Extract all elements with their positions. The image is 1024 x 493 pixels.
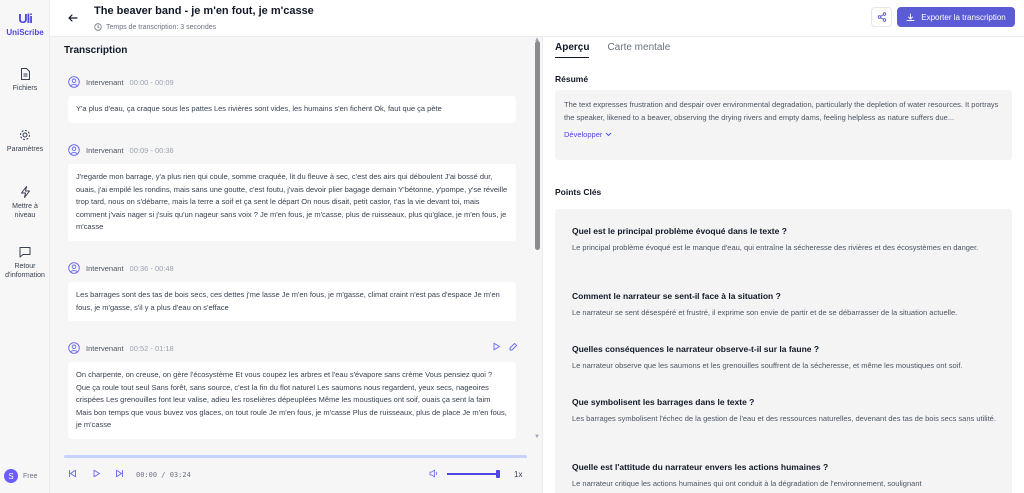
segment-time[interactable]: 00:09 - 00:36 — [130, 146, 174, 155]
key-point-answer: Le principal problème évoqué est le manq… — [572, 243, 979, 252]
volume-icon[interactable] — [429, 469, 439, 478]
user-icon — [68, 144, 80, 156]
transcript-segment[interactable]: Intervenant 00:52 - 01:18 On charpente, … — [68, 341, 518, 439]
key-points-heading: Points Clés — [555, 187, 602, 197]
play-icon[interactable] — [92, 469, 101, 478]
segment-time[interactable]: 00:00 - 00:09 — [130, 78, 174, 87]
overview-panel: Aperçu Carte mentale Résumé The text exp… — [542, 37, 1024, 493]
summary-card: The text expresses frustration and despa… — [555, 90, 1012, 160]
key-point: Quelles conséquences le narrateur observ… — [572, 344, 998, 373]
audio-player: 00:00 / 03:24 1x — [50, 452, 542, 493]
transcript-segment[interactable]: Intervenant 00:09 - 00:36 J'regarde mon … — [68, 143, 516, 241]
edit-icon[interactable] — [509, 342, 518, 351]
speaker-name: Intervenant — [86, 263, 124, 273]
skip-back-icon[interactable] — [68, 469, 77, 478]
key-point-answer: Le narrateur observe que les saumons et … — [572, 361, 963, 370]
export-transcription-button[interactable]: Exporter la transcription — [897, 7, 1015, 27]
logo-mark: Uli — [18, 11, 33, 26]
segment-time[interactable]: 00:52 - 01:18 — [130, 344, 174, 353]
speaker-name: Intervenant — [86, 145, 124, 155]
segment-time[interactable]: 00:36 - 00:48 — [130, 264, 174, 273]
scroll-down-arrow[interactable]: ▼ — [534, 434, 540, 440]
expand-label: Développer — [564, 130, 603, 139]
segment-text[interactable]: On charpente, on creuse, on gère l'écosy… — [68, 362, 516, 439]
key-point-answer: Les barrages symbolisent l'échec de la g… — [572, 414, 996, 423]
expand-button[interactable]: Développer — [564, 130, 612, 139]
playback-progress-bar[interactable] — [64, 455, 527, 458]
key-point-question: Quelle est l'attitude du narrateur enver… — [572, 462, 829, 472]
logo-text: UniScribe — [6, 28, 44, 37]
arrow-left-icon — [68, 14, 78, 22]
volume-slider-handle[interactable] — [496, 470, 500, 478]
user-menu[interactable]: S Free — [4, 469, 37, 483]
key-point-answer: Le narrateur se sent désespéré et frustr… — [572, 308, 958, 317]
avatar: S — [4, 469, 18, 483]
clock-icon — [94, 23, 102, 31]
chevron-down-icon — [606, 132, 612, 137]
back-button[interactable] — [66, 11, 80, 25]
sidebar-item-label: Paramètres — [6, 146, 44, 153]
user-icon — [68, 76, 80, 88]
download-icon — [906, 13, 915, 21]
sidebar-item-label: Fichiers — [12, 85, 38, 92]
speaker-name: Intervenant — [86, 77, 124, 87]
app-logo[interactable]: Uli UniScribe — [0, 11, 50, 38]
skip-forward-icon[interactable] — [115, 469, 124, 478]
sidebar-item-label: Mettre à niveau — [12, 203, 38, 219]
summary-text: The text expresses frustration and despa… — [564, 100, 999, 122]
gear-icon — [20, 130, 30, 140]
speaker-name: Intervenant — [86, 343, 124, 353]
segment-text[interactable]: Les barrages sont des tas de bois secs, … — [68, 282, 516, 321]
user-plan: Free — [23, 472, 38, 480]
key-point: Quelle est l'attitude du narrateur enver… — [572, 462, 998, 491]
volume-slider[interactable] — [447, 473, 499, 475]
sidebar-item-files[interactable]: Fichiers — [0, 68, 50, 93]
file-icon — [20, 68, 30, 80]
share-icon — [877, 12, 886, 22]
key-point-question: Que symbolisent les barrages dans le tex… — [572, 397, 755, 407]
tab-overview[interactable]: Aperçu — [555, 42, 590, 58]
segment-text[interactable]: Y'a plus d'eau, ça craque sous les patte… — [68, 96, 516, 123]
playback-speed[interactable]: 1x — [514, 470, 522, 479]
chat-icon — [19, 247, 31, 258]
key-points-card: Quel est le principal problème évoqué da… — [555, 209, 1012, 493]
key-point: Comment le narrateur se sent-il face à l… — [572, 291, 998, 320]
key-point: Quel est le principal problème évoqué da… — [572, 226, 998, 255]
key-point-answer: Le narrateur critique les actions humain… — [572, 479, 922, 488]
view-tabs: Aperçu Carte mentale — [555, 42, 670, 58]
share-button[interactable] — [871, 7, 892, 27]
sidebar-item-upgrade[interactable]: Mettre à niveau — [0, 186, 50, 220]
sidebar-item-label: Retour d'information — [5, 263, 45, 279]
play-icon[interactable] — [492, 342, 501, 351]
key-point-question: Quel est le principal problème évoqué da… — [572, 226, 787, 236]
summary-heading: Résumé — [555, 74, 589, 84]
transcript-scrollbar[interactable] — [535, 41, 540, 250]
sidebar-item-settings[interactable]: Paramètres — [0, 129, 50, 154]
key-point-question: Comment le narrateur se sent-il face à l… — [572, 291, 781, 301]
transcription-title: Transcription — [64, 45, 128, 56]
page-title: The beaver band - je m'en fout, je m'cas… — [94, 5, 314, 17]
tab-mind-map[interactable]: Carte mentale — [607, 42, 670, 58]
transcription-panel: Transcription Intervenant 00:00 - 00:09 … — [50, 37, 542, 493]
segment-text[interactable]: J'regarde mon barrage, y'a plus rien qui… — [68, 164, 516, 241]
transcription-time: Temps de transcription: 3 secondes — [94, 23, 216, 31]
user-icon — [68, 342, 80, 354]
segment-actions — [492, 342, 518, 351]
playback-time: 00:00 / 03:24 — [136, 471, 191, 479]
user-icon — [68, 262, 80, 274]
key-point: Que symbolisent les barrages dans le tex… — [572, 397, 998, 426]
export-label: Exporter la transcription — [921, 12, 1006, 22]
key-point-question: Quelles conséquences le narrateur observ… — [572, 344, 820, 354]
transcript-segment[interactable]: Intervenant 00:00 - 00:09 Y'a plus d'eau… — [68, 75, 516, 123]
header: The beaver band - je m'en fout, je m'cas… — [50, 0, 1024, 37]
transcription-time-text: Temps de transcription: 3 secondes — [106, 23, 217, 31]
sidebar-item-feedback[interactable]: Retour d'information — [0, 246, 50, 280]
lightning-icon — [20, 186, 30, 198]
sidebar: Uli UniScribe Fichiers Paramètres Mettre… — [0, 0, 50, 493]
transcript-segment[interactable]: Intervenant 00:36 - 00:48 Les barrages s… — [68, 261, 516, 321]
